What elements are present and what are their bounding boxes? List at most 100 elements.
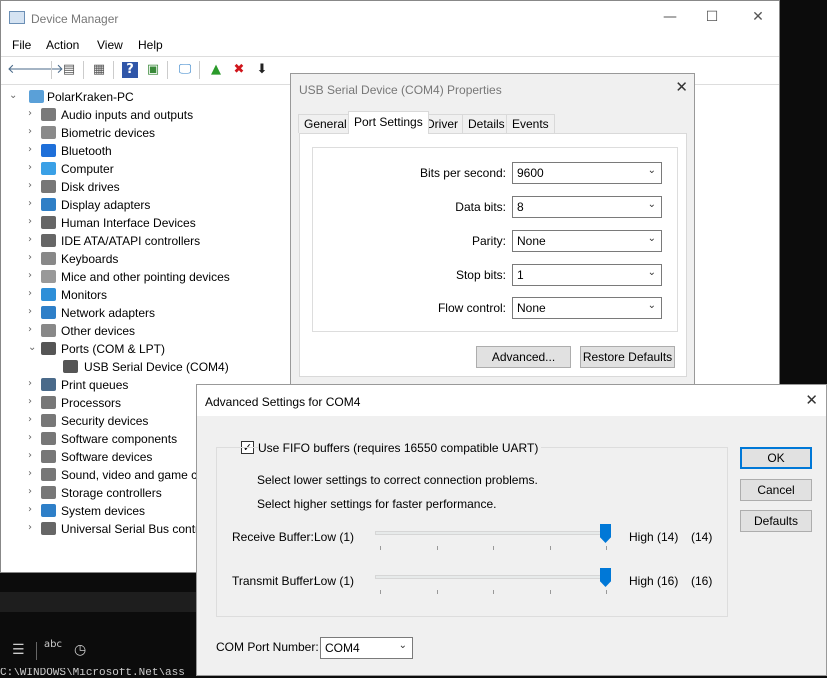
back-icon[interactable]: 🡐 bbox=[7, 62, 42, 78]
chevron-right-icon[interactable]: › bbox=[28, 468, 38, 479]
flow-control-select[interactable]: None ⌄ bbox=[512, 297, 662, 319]
update-driver-icon[interactable]: ▲ bbox=[208, 62, 224, 78]
chevron-down-icon: ⌄ bbox=[647, 199, 656, 210]
parity-select[interactable]: None ⌄ bbox=[512, 230, 662, 252]
software-device-icon bbox=[41, 450, 56, 463]
slider-tick bbox=[493, 546, 494, 550]
slider-tick bbox=[606, 546, 607, 550]
chevron-right-icon[interactable]: › bbox=[28, 252, 38, 263]
chevron-right-icon[interactable]: › bbox=[28, 504, 38, 515]
chevron-down-icon[interactable]: ⌄ bbox=[28, 342, 38, 353]
chevron-right-icon[interactable]: › bbox=[28, 486, 38, 497]
scan-hardware-icon[interactable]: 🖵 bbox=[177, 62, 193, 78]
forward-icon[interactable]: 🡒 bbox=[29, 62, 64, 78]
bits-per-second-select[interactable]: 9600 ⌄ bbox=[512, 162, 662, 184]
receive-buffer-slider[interactable] bbox=[375, 524, 611, 554]
toolbar-divider bbox=[113, 61, 114, 79]
show-hide-tree-icon[interactable]: ▤ bbox=[61, 62, 77, 78]
other-devices-icon bbox=[41, 324, 56, 337]
transmit-value: (16) bbox=[691, 574, 713, 588]
uninstall-icon[interactable]: ✖ bbox=[231, 62, 247, 78]
chevron-right-icon[interactable]: › bbox=[28, 522, 38, 533]
tree-item-label: System devices bbox=[61, 504, 146, 518]
com-port-number-select[interactable]: COM4 ⌄ bbox=[320, 637, 413, 659]
sound-icon bbox=[41, 468, 56, 481]
chevron-down-icon[interactable]: ⌄ bbox=[9, 90, 19, 101]
minimize-button[interactable]: — bbox=[656, 7, 684, 27]
usb-icon bbox=[41, 522, 56, 535]
receive-slider-track bbox=[375, 531, 611, 535]
chevron-right-icon[interactable]: › bbox=[28, 108, 38, 119]
close-button[interactable]: ✕ bbox=[744, 7, 772, 27]
properties-icon[interactable]: ▦ bbox=[91, 62, 107, 78]
ok-button[interactable]: OK bbox=[740, 447, 812, 469]
window-title: Device Manager bbox=[31, 12, 119, 26]
disable-device-icon[interactable]: ⬇ bbox=[254, 62, 270, 78]
tab-general[interactable]: General bbox=[298, 114, 353, 133]
toolbar-divider bbox=[51, 61, 52, 79]
chevron-right-icon[interactable]: › bbox=[28, 216, 38, 227]
keyboard-icon bbox=[41, 252, 56, 265]
tree-item-label: USB Serial Device (COM4) bbox=[84, 360, 229, 374]
properties-close-icon[interactable]: ✕ bbox=[675, 78, 688, 96]
chevron-down-icon: ⌄ bbox=[647, 267, 656, 278]
bits-per-second-value: 9600 bbox=[517, 166, 544, 180]
slider-tick bbox=[550, 590, 551, 594]
tree-item-label: Other devices bbox=[61, 324, 136, 338]
maximize-button[interactable]: ☐ bbox=[698, 7, 726, 27]
chevron-right-icon[interactable]: › bbox=[28, 144, 38, 155]
data-bits-select[interactable]: 8 ⌄ bbox=[512, 196, 662, 218]
slider-tick bbox=[437, 590, 438, 594]
clock-icon[interactable]: ◷ bbox=[74, 642, 86, 658]
parity-label: Parity: bbox=[471, 234, 506, 248]
chevron-right-icon[interactable]: › bbox=[28, 198, 38, 209]
chevron-right-icon[interactable]: › bbox=[28, 162, 38, 173]
chevron-right-icon[interactable]: › bbox=[28, 324, 38, 335]
chevron-right-icon[interactable]: › bbox=[28, 306, 38, 317]
chevron-right-icon[interactable]: › bbox=[28, 288, 38, 299]
menu-help[interactable]: Help bbox=[138, 38, 163, 52]
menu-action[interactable]: Action bbox=[46, 38, 79, 52]
transmit-high-label: High (16) bbox=[629, 574, 679, 588]
port-icon bbox=[41, 342, 56, 355]
restore-defaults-button[interactable]: Restore Defaults bbox=[580, 346, 675, 368]
receive-buffer-label: Receive Buffer: bbox=[232, 530, 314, 544]
transmit-buffer-slider[interactable] bbox=[375, 568, 611, 598]
receive-slider-thumb[interactable] bbox=[600, 524, 611, 543]
printer-icon bbox=[41, 378, 56, 391]
chevron-right-icon[interactable]: › bbox=[28, 126, 38, 137]
slider-tick bbox=[380, 546, 381, 550]
slider-tick bbox=[550, 546, 551, 550]
network-adapter-icon bbox=[41, 306, 56, 319]
action-pane-icon[interactable]: ▣ bbox=[145, 62, 161, 78]
menu-view[interactable]: View bbox=[97, 38, 123, 52]
menu-file[interactable]: File bbox=[12, 38, 31, 52]
chevron-right-icon[interactable]: › bbox=[28, 396, 38, 407]
tree-item-label: Software components bbox=[61, 432, 178, 446]
chevron-right-icon[interactable]: › bbox=[28, 180, 38, 191]
defaults-button[interactable]: Defaults bbox=[740, 510, 812, 532]
flow-control-value: None bbox=[517, 301, 546, 315]
tab-details[interactable]: Details bbox=[462, 114, 511, 133]
slider-tick bbox=[437, 546, 438, 550]
data-bits-value: 8 bbox=[517, 200, 524, 214]
chevron-right-icon[interactable]: › bbox=[28, 234, 38, 245]
list-icon[interactable]: ☰ bbox=[12, 642, 25, 658]
chevron-right-icon[interactable]: › bbox=[28, 432, 38, 443]
spellcheck-icon[interactable]: abc bbox=[44, 640, 62, 650]
stop-bits-select[interactable]: 1 ⌄ bbox=[512, 264, 662, 286]
chevron-right-icon[interactable]: › bbox=[28, 414, 38, 425]
chevron-down-icon: ⌄ bbox=[398, 640, 407, 651]
cancel-button[interactable]: Cancel bbox=[740, 479, 812, 501]
chevron-right-icon[interactable]: › bbox=[28, 378, 38, 389]
advanced-button[interactable]: Advanced... bbox=[476, 346, 571, 368]
chevron-right-icon[interactable]: › bbox=[28, 270, 38, 281]
tab-events[interactable]: Events bbox=[506, 114, 555, 133]
advanced-close-icon[interactable]: ✕ bbox=[805, 391, 818, 409]
chevron-right-icon[interactable]: › bbox=[28, 450, 38, 461]
properties-dialog: USB Serial Device (COM4) Properties ✕ Ge… bbox=[290, 73, 695, 385]
advanced-settings-dialog: Advanced Settings for COM4 ✕ ✓ Use FIFO … bbox=[196, 384, 827, 676]
tab-port-settings[interactable]: Port Settings bbox=[348, 111, 429, 134]
transmit-slider-thumb[interactable] bbox=[600, 568, 611, 587]
help-icon[interactable]: ? bbox=[122, 62, 138, 78]
